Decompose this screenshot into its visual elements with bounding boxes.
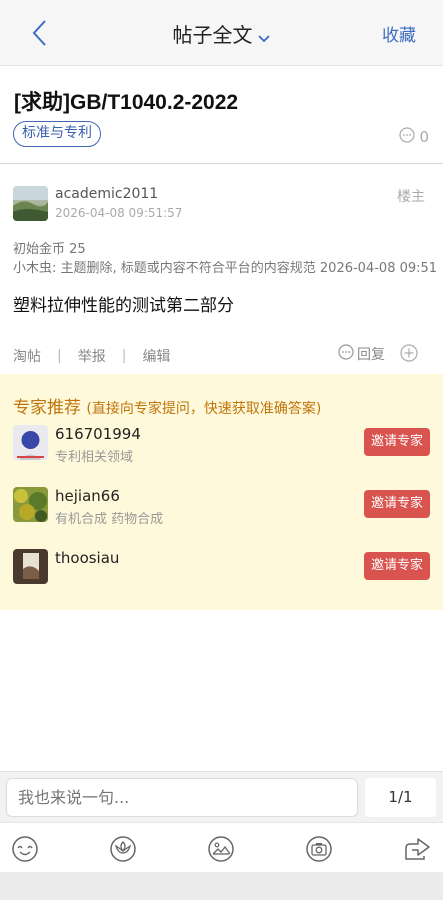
system-bottom-bar	[0, 872, 443, 900]
comment-icon	[399, 127, 416, 147]
reply-button[interactable]: 回复	[338, 344, 385, 364]
comment-count[interactable]: 0	[399, 127, 429, 147]
favorite-button[interactable]: 收藏	[382, 21, 416, 46]
expert-name[interactable]: hejian66	[55, 487, 120, 505]
expert-field: 专利相关领域	[55, 450, 134, 465]
comment-input[interactable]	[6, 778, 358, 817]
expert-recommendations: 专家推荐 (直接向专家提问，快速获取准确答案) 616701994 专利相关领域…	[0, 374, 443, 610]
experts-title: 专家推荐	[13, 398, 81, 418]
avatar[interactable]	[13, 186, 48, 221]
invite-expert-button[interactable]: 邀请专家	[364, 552, 430, 580]
avatar[interactable]	[13, 487, 48, 522]
experts-subtitle: (直接向专家提问，快速获取准确答案)	[86, 401, 322, 417]
post-timestamp: 2026-04-08 09:51:57	[55, 206, 183, 220]
expert-item[interactable]: 616701994 专利相关领域 邀请专家	[0, 425, 443, 465]
post-actions: 淘帖 | 举报 | 编辑	[13, 346, 170, 366]
page-indicator[interactable]: 1/1	[365, 778, 436, 817]
plus-circle-icon[interactable]	[400, 344, 418, 366]
post-header: [求助]GB/T1040.2-2022 标准与专利 0	[0, 66, 443, 164]
divider: |	[57, 348, 62, 364]
invite-expert-button[interactable]: 邀请专家	[364, 490, 430, 518]
avatar[interactable]	[13, 425, 48, 460]
flower-icon[interactable]	[108, 834, 138, 864]
avatar[interactable]	[13, 549, 48, 584]
image-icon[interactable]	[206, 834, 236, 864]
share-icon[interactable]	[402, 834, 432, 864]
post-content: 塑料拉伸性能的测试第二部分	[13, 296, 234, 316]
comment-bar: 1/1	[0, 771, 443, 822]
post-floor: academic2011 2026-04-08 09:51:57 楼主 初始金币…	[0, 164, 443, 374]
page-title[interactable]: 帖子全文	[0, 19, 443, 49]
chevron-down-icon	[257, 25, 271, 49]
comment-count-value: 0	[419, 128, 429, 146]
collect-post-link[interactable]: 淘帖	[13, 346, 41, 366]
floor-role-badge: 楼主	[397, 189, 425, 205]
moderation-note: 小木虫: 主题删除, 标题或内容不符合平台的内容规范 2026-04-08 09…	[13, 261, 438, 276]
expert-name[interactable]: thoosiau	[55, 549, 119, 567]
invite-expert-button[interactable]: 邀请专家	[364, 428, 430, 456]
post-title: [求助]GB/T1040.2-2022	[14, 91, 239, 114]
emoji-icon[interactable]	[10, 834, 40, 864]
expert-item[interactable]: hejian66 有机合成 药物合成 邀请专家	[0, 487, 443, 527]
report-link[interactable]: 举报	[78, 346, 106, 366]
edit-link[interactable]: 编辑	[142, 346, 170, 366]
author-name[interactable]: academic2011	[55, 186, 158, 202]
experts-heading: 专家推荐 (直接向专家提问，快速获取准确答案)	[13, 393, 321, 418]
navigation-bar: 帖子全文 收藏	[0, 0, 443, 66]
gold-info: 初始金币 25	[13, 242, 86, 257]
reply-icon	[338, 344, 354, 364]
divider: |	[121, 348, 127, 364]
expert-field: 有机合成 药物合成	[55, 512, 164, 527]
expert-name[interactable]: 616701994	[55, 425, 141, 443]
category-tag[interactable]: 标准与专利	[13, 121, 101, 147]
expert-item[interactable]: thoosiau 邀请专家	[0, 549, 443, 589]
bottom-toolbar	[0, 822, 443, 872]
page-title-text: 帖子全文	[172, 23, 253, 47]
reply-label: 回复	[357, 347, 385, 363]
camera-icon[interactable]	[304, 834, 334, 864]
